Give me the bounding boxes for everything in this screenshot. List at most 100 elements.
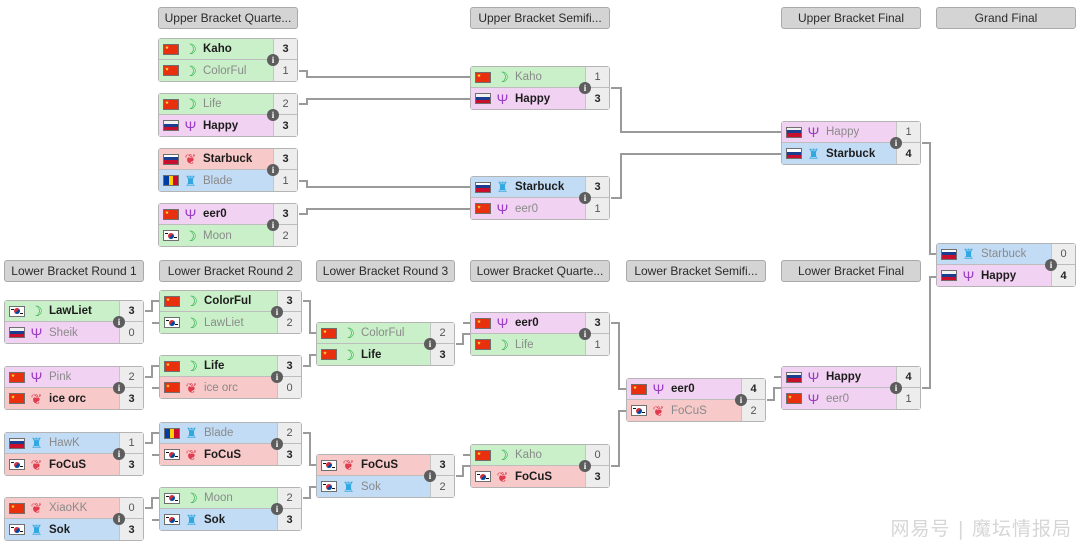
player-cell: Ψeer0	[627, 379, 741, 399]
match-lbr2m2[interactable]: ☽ Life 3 ❦ ice orc 0 i	[159, 355, 302, 399]
match-info-icon[interactable]: i	[267, 54, 279, 66]
match-lbr2m1[interactable]: ☽ ColorFul 3 ☽ LawLiet 2 i	[159, 290, 302, 334]
undead-race-icon: Ψ	[30, 369, 43, 385]
round-header-lbqf[interactable]: Lower Bracket Quarte...	[470, 260, 610, 282]
orc-race-icon: ❦	[496, 468, 509, 485]
match-lbr1m2[interactable]: Ψ Pink 2 ❦ ice orc 3 i	[4, 366, 144, 410]
match-info-icon[interactable]: i	[113, 448, 125, 460]
round-header-lbr1[interactable]: Lower Bracket Round 1	[4, 260, 144, 282]
night-elf-race-icon: ☽	[184, 227, 197, 244]
flag-cn-icon	[9, 393, 25, 404]
round-header-ubqf[interactable]: Upper Bracket Quarte...	[158, 7, 298, 29]
player-cell: ☽ ColorFul	[317, 323, 430, 343]
human-race-icon: ♜	[185, 425, 198, 441]
match-gf1[interactable]: ♜ Starbuck 0 Ψ Happy 4 i	[936, 243, 1076, 287]
match-info-icon[interactable]: i	[579, 192, 591, 204]
human-race-icon: ♜	[962, 246, 975, 262]
player-cell: ☽ Kaho	[471, 67, 585, 87]
match-ubsf2[interactable]: ♜ Starbuck 3 Ψeer0 1 i	[470, 176, 610, 220]
player-name: Pink	[49, 371, 72, 383]
round-header-lbr3[interactable]: Lower Bracket Round 3	[316, 260, 455, 282]
match-info-icon[interactable]: i	[579, 82, 591, 94]
match-ubqf3[interactable]: ❦ Starbuck 3 ♜ Blade 1 i	[158, 148, 298, 192]
match-info-icon[interactable]: i	[890, 137, 902, 149]
flag-cn-icon	[321, 327, 337, 339]
player-name: Life	[361, 348, 382, 361]
player-cell: Ψeer0	[471, 313, 585, 333]
player-cell: ♜ Sok	[5, 519, 119, 540]
match-info-icon[interactable]: i	[113, 316, 125, 328]
match-info-icon[interactable]: i	[271, 371, 283, 383]
round-header-lbf[interactable]: Lower Bracket Final	[781, 260, 921, 282]
match-info-icon[interactable]: i	[890, 382, 902, 394]
flag-cn-icon	[163, 65, 179, 76]
match-ubqf1[interactable]: ☽ Kaho 3 ☽ ColorFul 1 i	[158, 38, 298, 82]
match-lbfm1[interactable]: Ψ Happy 4 Ψeer0 1 i	[781, 366, 921, 410]
match-lbr1m1[interactable]: ☽ LawLiet 3 Ψ Sheik 0 i	[4, 300, 144, 344]
player-name: ColorFul	[204, 295, 252, 307]
player-name: Kaho	[515, 449, 542, 461]
match-ubqf2[interactable]: ☽ Life 2 Ψ Happy 3 i	[158, 93, 298, 137]
player-name: FoCuS	[204, 448, 242, 461]
player-name: eer0	[826, 392, 850, 405]
player-cell: Ψeer0	[159, 204, 273, 224]
match-lbr3m1[interactable]: ☽ ColorFul 2 ☽ Life 3 i	[316, 322, 455, 366]
match-info-icon[interactable]: i	[271, 503, 283, 515]
flag-si-icon	[786, 148, 802, 159]
match-ubqf4[interactable]: Ψeer0 3 ☽ Moon 2 i	[158, 203, 298, 247]
flag-cn-icon	[475, 449, 491, 461]
player-cell: ❦ FoCuS	[5, 454, 119, 475]
match-lbqfm1[interactable]: Ψeer0 3 ☽ Life 1 i	[470, 312, 610, 356]
match-lbr2m4[interactable]: ☽ Moon 2 ♜ Sok 3 i	[159, 487, 302, 531]
player-cell: ♜ Starbuck	[937, 244, 1051, 264]
player-name: Starbuck	[515, 181, 565, 193]
match-info-icon[interactable]: i	[113, 513, 125, 525]
match-lbr3m2[interactable]: ❦ FoCuS 3 ♜ Sok 2 i	[316, 454, 455, 498]
match-lbqfm2[interactable]: ☽ Kaho 0 ❦ FoCuS 3 i	[470, 444, 610, 488]
player-cell: Ψ Happy	[782, 122, 896, 142]
match-info-icon[interactable]: i	[735, 394, 747, 406]
match-lbr1m3[interactable]: ♜ HawK 1 ❦ FoCuS 3 i	[4, 432, 144, 476]
flag-cn-icon	[475, 339, 491, 350]
round-header-lbr2[interactable]: Lower Bracket Round 2	[159, 260, 302, 282]
match-info-icon[interactable]: i	[579, 328, 591, 340]
human-race-icon: ♜	[496, 179, 509, 195]
human-race-icon: ♜	[807, 145, 820, 162]
player-name: Sok	[49, 523, 71, 536]
flag-cn-icon	[164, 360, 180, 372]
match-info-icon[interactable]: i	[267, 219, 279, 231]
night-elf-race-icon: ☽	[185, 293, 198, 309]
match-info-icon[interactable]: i	[113, 382, 125, 394]
player-cell: ☽ Life	[160, 356, 277, 376]
match-info-icon[interactable]: i	[271, 306, 283, 318]
match-info-icon[interactable]: i	[424, 470, 436, 482]
round-header-ubf[interactable]: Upper Bracket Final	[781, 7, 921, 29]
night-elf-race-icon: ☽	[342, 325, 355, 341]
match-info-icon[interactable]: i	[579, 460, 591, 472]
match-lbr1m4[interactable]: ❦ XiaoKK 0 ♜ Sok 3 i	[4, 497, 144, 541]
undead-race-icon: Ψ	[184, 206, 197, 222]
flag-kr-icon	[163, 230, 179, 241]
undead-race-icon: Ψ	[184, 117, 197, 134]
round-header-ubsf[interactable]: Upper Bracket Semifi...	[470, 7, 610, 29]
round-header-gf[interactable]: Grand Final	[936, 7, 1076, 29]
match-info-icon[interactable]: i	[267, 109, 279, 121]
match-ubf1[interactable]: Ψ Happy 1 ♜ Starbuck 4 i	[781, 121, 921, 165]
match-ubsf1[interactable]: ☽ Kaho 1 Ψ Happy 3 i	[470, 66, 610, 110]
flag-cn-icon	[9, 502, 25, 514]
match-lbsfm1[interactable]: Ψeer0 4 ❦ FoCuS 2 i	[626, 378, 766, 422]
player-name: Moon	[203, 229, 232, 242]
round-header-lbsf[interactable]: Lower Bracket Semifi...	[626, 260, 766, 282]
flag-kr-icon	[164, 317, 180, 328]
player-cell: Ψ Happy	[159, 115, 273, 136]
match-info-icon[interactable]: i	[271, 438, 283, 450]
match-lbr2m3[interactable]: ♜ Blade 2 ❦ FoCuS 3 i	[159, 422, 302, 466]
player-name: ColorFul	[203, 64, 247, 77]
undead-race-icon: Ψ	[807, 369, 820, 385]
orc-race-icon: ❦	[30, 456, 43, 473]
player-cell: Ψeer0	[471, 198, 585, 219]
match-info-icon[interactable]: i	[424, 338, 436, 350]
match-info-icon[interactable]: i	[1045, 259, 1057, 271]
match-info-icon[interactable]: i	[267, 164, 279, 176]
watermark: 网易号 | 魔坛情报局	[890, 518, 1072, 540]
